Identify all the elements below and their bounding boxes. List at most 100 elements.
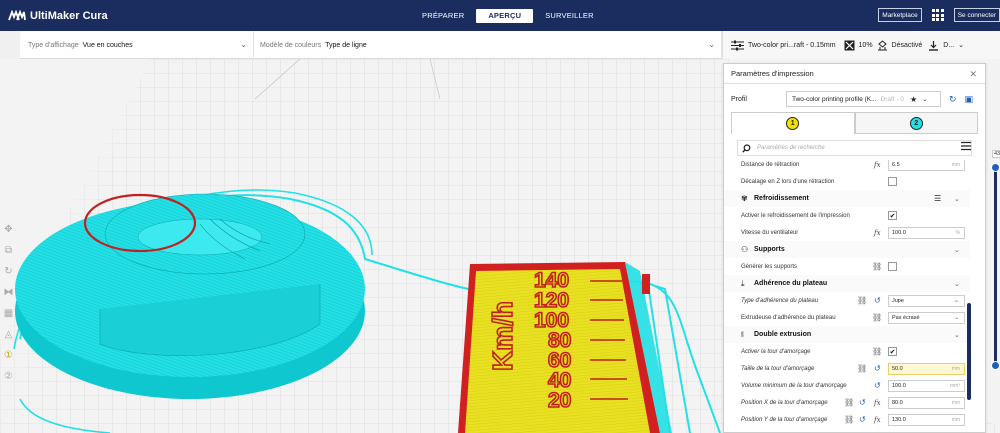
reset-profile-icon[interactable]: ↻ [949, 94, 957, 105]
search-icon [742, 143, 751, 153]
setting-input[interactable]: 50.0 mm [888, 362, 965, 375]
configure-icon[interactable]: ☰ [934, 194, 941, 203]
setting-select[interactable]: Pas écrasé ⌄ [888, 311, 965, 324]
setting-row[interactable]: Volume minimum de la tour d'amorçage ↺ 100… [724, 377, 970, 394]
rotate-icon[interactable]: ↻ [3, 266, 15, 278]
setting-row[interactable]: Position X de la tour d'amorçage ⛓ ↺ fx 80.0… [724, 394, 970, 411]
setting-checkbox[interactable] [888, 262, 897, 271]
view-type-select[interactable]: Type d'affichage Vue en couches ⌄ [20, 31, 254, 59]
setting-label: Décalage en Z lors d'une rétraction [741, 178, 835, 185]
profile-label: Profil [731, 95, 747, 103]
formula-icon[interactable]: fx [874, 416, 881, 424]
sign-in-button[interactable]: Se connecter [953, 8, 1000, 22]
formula-icon[interactable]: fx [874, 399, 881, 407]
tab-prepare[interactable]: PRÉPARER [410, 9, 476, 23]
star-icon[interactable]: ★ [910, 95, 917, 104]
setting-label: Extrudeuse d'adhérence du plateau [741, 314, 836, 321]
per-model-settings-icon[interactable]: ▦ [3, 308, 15, 320]
setting-row[interactable]: Extrudeuse d'adhérence du plateau ⛓ Pas éc… [724, 309, 970, 326]
mirror-icon[interactable]: ⧓ [3, 287, 15, 299]
reset-setting-icon[interactable]: ↺ [874, 381, 881, 390]
reset-setting-icon[interactable]: ↺ [874, 296, 881, 305]
setting-unit: mm [951, 365, 960, 372]
linked-setting-icon[interactable]: ⛓ [872, 262, 882, 271]
app-brand: UltiMaker Cura [8, 0, 108, 31]
color-model-select[interactable]: Modèle de couleurs Type de ligne ⌄ [254, 31, 722, 59]
setting-row[interactable]: Taille de la tour d'amorçage ⛓ ↺ 50.0 mm [724, 360, 970, 377]
reset-setting-icon[interactable]: ↺ [859, 398, 866, 407]
marketplace-button[interactable]: Marketplace [878, 8, 922, 22]
setting-checkbox[interactable] [888, 177, 897, 186]
setting-row[interactable]: Générer les supports ⛓ [724, 258, 970, 275]
extruder-2-icon[interactable]: ② [3, 371, 15, 383]
reset-setting-icon[interactable]: ↺ [874, 364, 881, 373]
extruder-tab-2[interactable]: 2 [854, 112, 978, 134]
formula-icon[interactable]: fx [874, 229, 881, 237]
chevron-down-icon[interactable]: ⌄ [954, 195, 960, 203]
tab-preview[interactable]: APERÇU [476, 9, 534, 23]
setting-input[interactable]: 130.0 mm [888, 413, 965, 426]
chevron-down-icon[interactable]: ⌄ [954, 331, 960, 339]
ultimaker-logo-icon [8, 9, 26, 20]
setting-value: 130.0 [892, 416, 906, 423]
save-profile-icon[interactable]: ▣ [965, 94, 974, 105]
adhesion-icon: ⤓ [741, 278, 745, 288]
formula-icon[interactable]: fx [874, 161, 881, 169]
settings-category[interactable]: ✾ Refroidissement ☰ ⌄ [724, 190, 970, 207]
linked-setting-icon[interactable]: ⛓ [857, 296, 867, 305]
setting-row[interactable]: Activer la tour d'amorçage ⛓ ✔ [724, 343, 970, 360]
linked-setting-icon[interactable]: ⛓ [844, 415, 854, 424]
settings-category[interactable]: ⤓ Adhérence du plateau ⌄ [724, 275, 970, 292]
setting-select[interactable]: Jupe ⌄ [888, 294, 965, 307]
apps-grid-icon[interactable] [931, 9, 944, 21]
chevron-down-icon: ⌄ [953, 315, 959, 321]
linked-setting-icon[interactable]: ⛓ [857, 364, 867, 373]
extruder-tab-1[interactable]: 1 [731, 112, 855, 134]
layer-slider-track[interactable] [994, 165, 997, 365]
settings-list: Distance de rétraction fx 6.5 mm Décalage en… [724, 160, 979, 432]
settings-menu-icon[interactable] [961, 141, 971, 151]
settings-scrollbar[interactable] [967, 303, 971, 400]
support-blocker-icon[interactable]: ◬ [3, 329, 15, 341]
chevron-down-icon: ⌄ [708, 40, 715, 49]
search-placeholder: Paramètres de recherche [757, 145, 825, 151]
profile-summary: Two-color pri...raft - 0.15mm [748, 41, 836, 49]
linked-setting-icon[interactable]: ⛓ [872, 313, 882, 322]
linked-setting-icon[interactable]: ⛓ [844, 398, 854, 407]
layer-slider-top-handle[interactable] [991, 163, 1000, 172]
settings-category[interactable]: ⚇ Supports ⌄ [724, 241, 970, 258]
linked-setting-icon[interactable]: ⛓ [872, 347, 882, 356]
setting-input[interactable]: 100.0 mm³ [888, 379, 965, 392]
chevron-down-icon[interactable]: ⌄ [954, 246, 960, 254]
infill-value: 10% [858, 41, 873, 49]
setting-row[interactable]: Distance de rétraction fx 6.5 mm [724, 160, 970, 173]
tab-monitor[interactable]: SURVEILLER [533, 9, 606, 23]
setting-checkbox[interactable]: ✔ [888, 347, 897, 356]
settings-search-input[interactable]: Paramètres de recherche [737, 140, 972, 156]
setting-label: Volume minimum de la tour d'amorçage [741, 382, 847, 389]
profile-select[interactable]: Two-color printing profile (K... Draft -… [786, 91, 941, 107]
settings-category[interactable]: ⧛ Double extrusion ⌄ [724, 326, 970, 343]
setting-checkbox[interactable]: ✔ [888, 211, 897, 220]
scale-icon[interactable]: ⧉ [3, 245, 15, 257]
layer-slider-bottom-handle[interactable] [991, 361, 1000, 370]
setting-unit: mm³ [950, 382, 960, 389]
color-model-value: Type de ligne [325, 41, 367, 49]
setting-row[interactable]: Position Y de la tour d'amorçage ⛓ ↺ fx 130.… [724, 411, 970, 428]
setting-input[interactable]: 100.0% [888, 226, 965, 239]
setting-row[interactable]: Vitesse du ventilateur fx 100.0% [724, 224, 970, 241]
close-icon[interactable]: ✕ [969, 69, 977, 80]
print-settings-summary[interactable]: Two-color pri...raft - 0.15mm 10% Désact… [722, 31, 1000, 59]
setting-input[interactable]: 6.5 mm [888, 160, 965, 171]
reset-setting-icon[interactable]: ↺ [859, 415, 866, 424]
chevron-down-icon[interactable]: ⌄ [954, 280, 960, 288]
extruder-1-icon[interactable]: ① [3, 350, 15, 362]
header-right: Marketplace Se connecter [878, 8, 1000, 22]
move-icon[interactable]: ✥ [3, 224, 15, 236]
setting-input[interactable]: 80.0 mm [888, 396, 965, 409]
setting-row[interactable]: Décalage en Z lors d'une rétraction [724, 173, 970, 190]
setting-row[interactable]: Type d'adhérence du plateau ⛓ ↺ Jupe ⌄ [724, 292, 970, 309]
setting-label: Type d'adhérence du plateau [741, 297, 819, 304]
dual-icon: ⧛ [741, 329, 744, 339]
setting-row[interactable]: Activer le refroidissement de l'impressi… [724, 207, 970, 224]
